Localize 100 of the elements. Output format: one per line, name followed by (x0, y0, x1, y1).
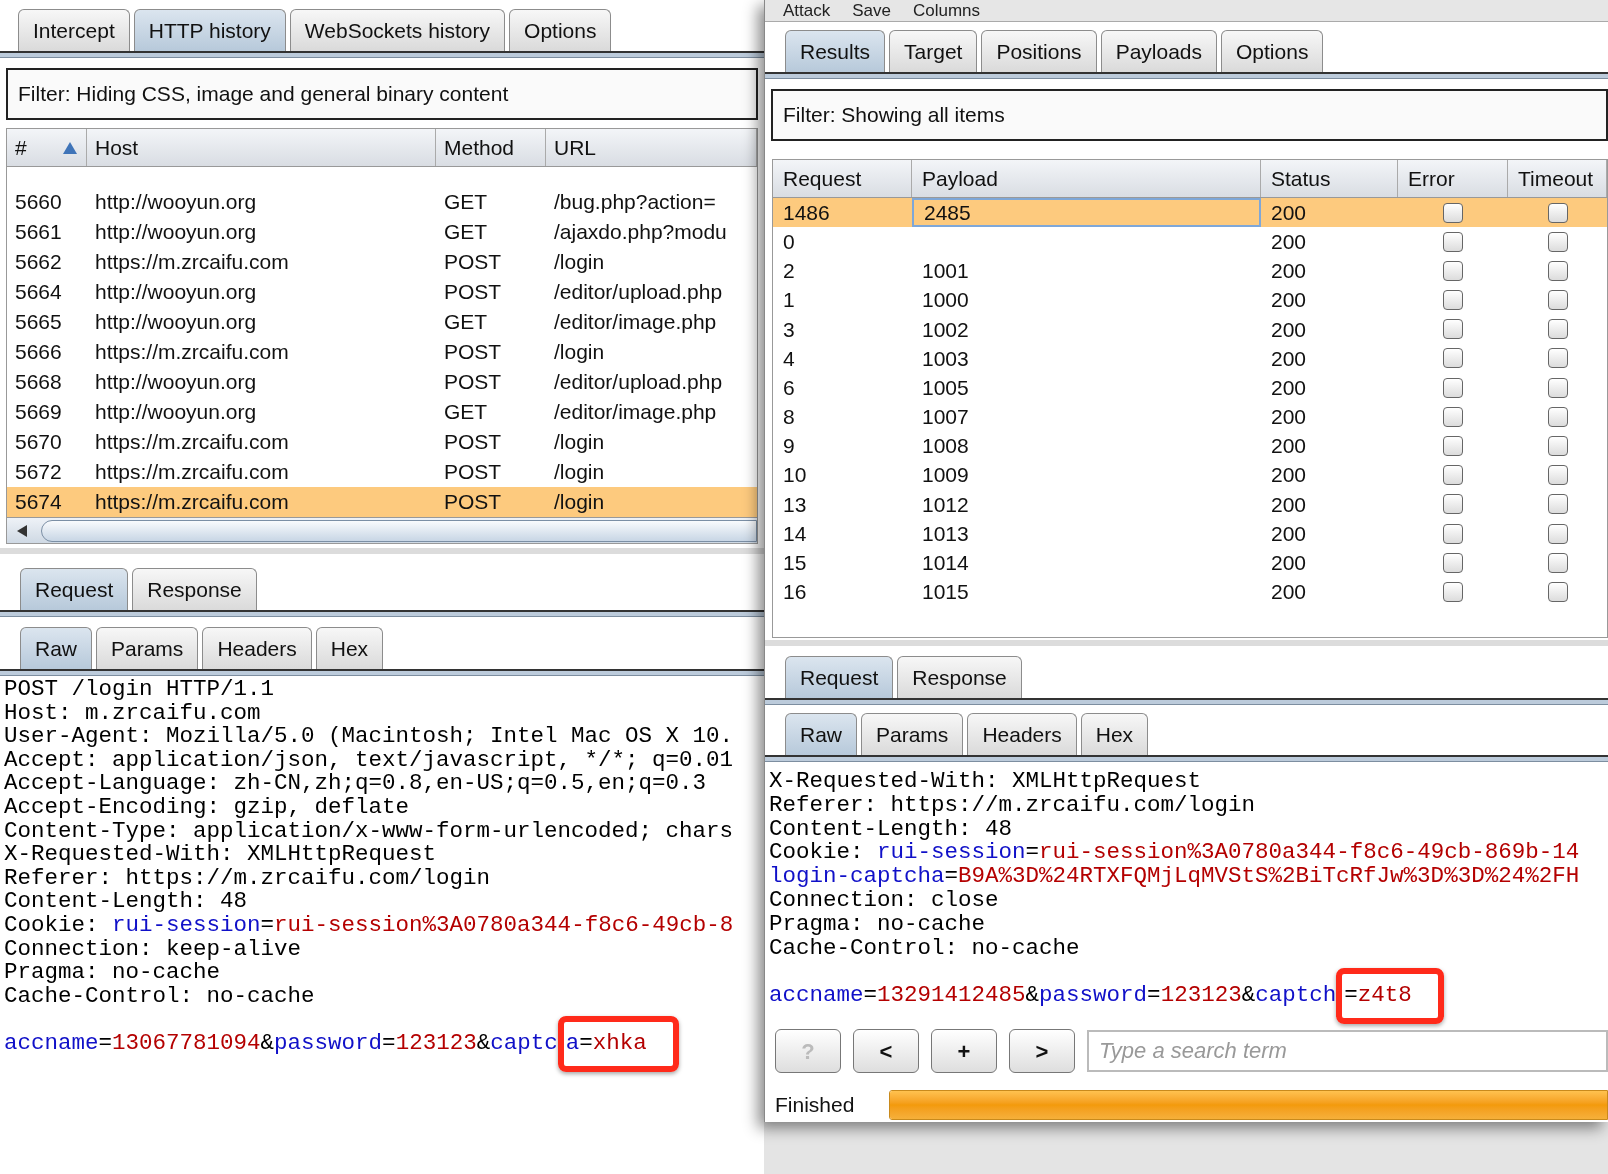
table-cell-text: 3 (782, 316, 796, 343)
checkbox[interactable] (1443, 436, 1463, 456)
menu-item[interactable]: Columns (913, 0, 981, 24)
column-header[interactable]: Payload (912, 159, 1261, 197)
status-label: Finished (775, 1092, 856, 1119)
table-cell-text: /editor/upload.php (553, 369, 724, 396)
header-line: Accept-Language: zh-CN,zh;q=0.8,en-US;q=0.5,en;q=0.3 (4, 772, 707, 796)
column-header[interactable]: # (7, 129, 87, 166)
search-nav-button[interactable]: > (1009, 1029, 1075, 1074)
checkbox[interactable] (1443, 581, 1463, 602)
checkbox[interactable] (1547, 377, 1568, 398)
checkbox[interactable] (1547, 348, 1568, 369)
table-cell-text: 200 (1270, 374, 1308, 401)
table-cell-text: 200 (1270, 433, 1308, 460)
table-cell-text: https://m.zrcaifu.com (94, 489, 290, 516)
tab[interactable]: Headers (967, 712, 1077, 755)
tab[interactable]: Params (861, 712, 964, 755)
table-row[interactable]: 1486 2485 200 (773, 197, 1607, 228)
filter-bar[interactable]: Filter: Showing all items (771, 89, 1608, 141)
column-header[interactable]: Error (1398, 159, 1508, 197)
table-cell-text: 1486 (782, 199, 831, 226)
checkbox[interactable] (1443, 552, 1463, 573)
checkbox[interactable] (1443, 348, 1463, 369)
search-field[interactable]: Type a search term (1087, 1030, 1608, 1073)
checkbox[interactable] (1547, 552, 1568, 573)
checkbox[interactable] (1443, 319, 1463, 340)
table-cell-text: http://wooyun.org (94, 189, 258, 216)
filter-bar[interactable]: Filter: Hiding CSS, image and general binary content (6, 68, 758, 120)
table-cell-text: /editor/image.php (553, 309, 718, 336)
tab[interactable]: Positions (981, 30, 1097, 72)
tab[interactable]: Headers (202, 627, 312, 669)
search-nav-button[interactable]: + (931, 1029, 997, 1074)
table-cell-text: /login (553, 249, 606, 276)
checkbox[interactable] (1443, 494, 1463, 515)
horizontal-scrollbar[interactable] (7, 517, 757, 543)
tab[interactable]: Options (1221, 30, 1324, 72)
checkbox[interactable] (1547, 319, 1568, 340)
header-line: Cookie: rui-session=rui-session%3A0780a344-f8c6-49cb-8 (4, 913, 735, 938)
tab[interactable]: Target (889, 30, 978, 72)
header-line: Pragma: no-cache (769, 912, 987, 937)
header-line: Referer: https://m.zrcaifu.com/login (4, 866, 492, 891)
checkbox[interactable] (1547, 523, 1568, 544)
request-body-text: accname=13291412485&password=123123&captch (769, 984, 1337, 1009)
checkbox[interactable] (1443, 290, 1463, 311)
checkbox[interactable] (1443, 231, 1463, 252)
table-cell-text: GET (443, 309, 489, 336)
checkbox[interactable] (1443, 523, 1463, 544)
header-line: Connection: keep-alive (4, 937, 303, 962)
tab[interactable]: Payloads (1100, 30, 1217, 72)
table-cell-text: /login (553, 429, 606, 456)
table-cell-text: POST (443, 279, 503, 306)
checkbox[interactable] (1443, 377, 1463, 398)
table-row[interactable]: 5674 https://m.zrcaifu.com POST /login (7, 487, 757, 517)
tab[interactable]: Raw (785, 712, 857, 755)
tab[interactable]: WebSockets history (289, 9, 506, 51)
tab[interactable]: Hex (1080, 712, 1149, 755)
checkbox[interactable] (1547, 581, 1568, 602)
checkbox[interactable] (1547, 494, 1568, 515)
tab[interactable]: Options (509, 9, 612, 51)
column-header[interactable]: Request (773, 159, 912, 197)
menu-item[interactable]: Attack (783, 0, 831, 24)
column-header[interactable]: Host (87, 129, 436, 166)
checkbox[interactable] (1547, 436, 1568, 456)
column-header[interactable]: Status (1261, 159, 1398, 197)
checkbox[interactable] (1443, 406, 1463, 427)
search-nav-button[interactable]: < (853, 1029, 919, 1074)
tab[interactable]: Response (897, 655, 1022, 698)
column-header[interactable]: URL (546, 129, 757, 166)
table-cell-text: 16 (782, 579, 808, 606)
tab[interactable]: Hex (315, 627, 384, 669)
table-cell-text: http://wooyun.org (94, 399, 258, 426)
table-cell-text: 5670 (14, 429, 63, 456)
checkbox[interactable] (1443, 202, 1463, 223)
table-cell-text: 13 (782, 491, 808, 518)
tab[interactable]: Response (132, 568, 257, 610)
checkbox[interactable] (1547, 290, 1568, 311)
tab[interactable]: Raw (20, 627, 92, 669)
table-cell-text: /login (553, 489, 606, 516)
checkbox[interactable] (1547, 406, 1568, 427)
table-cell-text: 1003 (922, 345, 969, 372)
scroll-left-icon[interactable] (15, 523, 29, 538)
table-cell-text: 14 (782, 520, 808, 547)
table-cell-text: 5672 (14, 459, 63, 486)
tab[interactable]: Results (785, 30, 886, 72)
table-cell-text: 200 (1270, 316, 1308, 343)
checkbox[interactable] (1443, 260, 1463, 281)
checkbox[interactable] (1547, 231, 1568, 252)
checkbox[interactable] (1547, 465, 1568, 486)
tab[interactable]: Intercept (18, 9, 130, 51)
checkbox[interactable] (1443, 465, 1463, 486)
menu-item[interactable]: Save (852, 0, 891, 24)
column-header[interactable]: Method (436, 129, 546, 166)
tab[interactable]: Request (785, 655, 894, 698)
tab[interactable]: Params (96, 627, 199, 669)
checkbox[interactable] (1547, 260, 1568, 281)
tab[interactable]: Request (20, 568, 129, 610)
request-body-text: accname=13067781094&password=123123&captc (4, 1032, 558, 1056)
checkbox[interactable] (1547, 202, 1568, 223)
column-header[interactable]: Timeout (1508, 159, 1607, 197)
tab[interactable]: HTTP history (133, 9, 286, 51)
